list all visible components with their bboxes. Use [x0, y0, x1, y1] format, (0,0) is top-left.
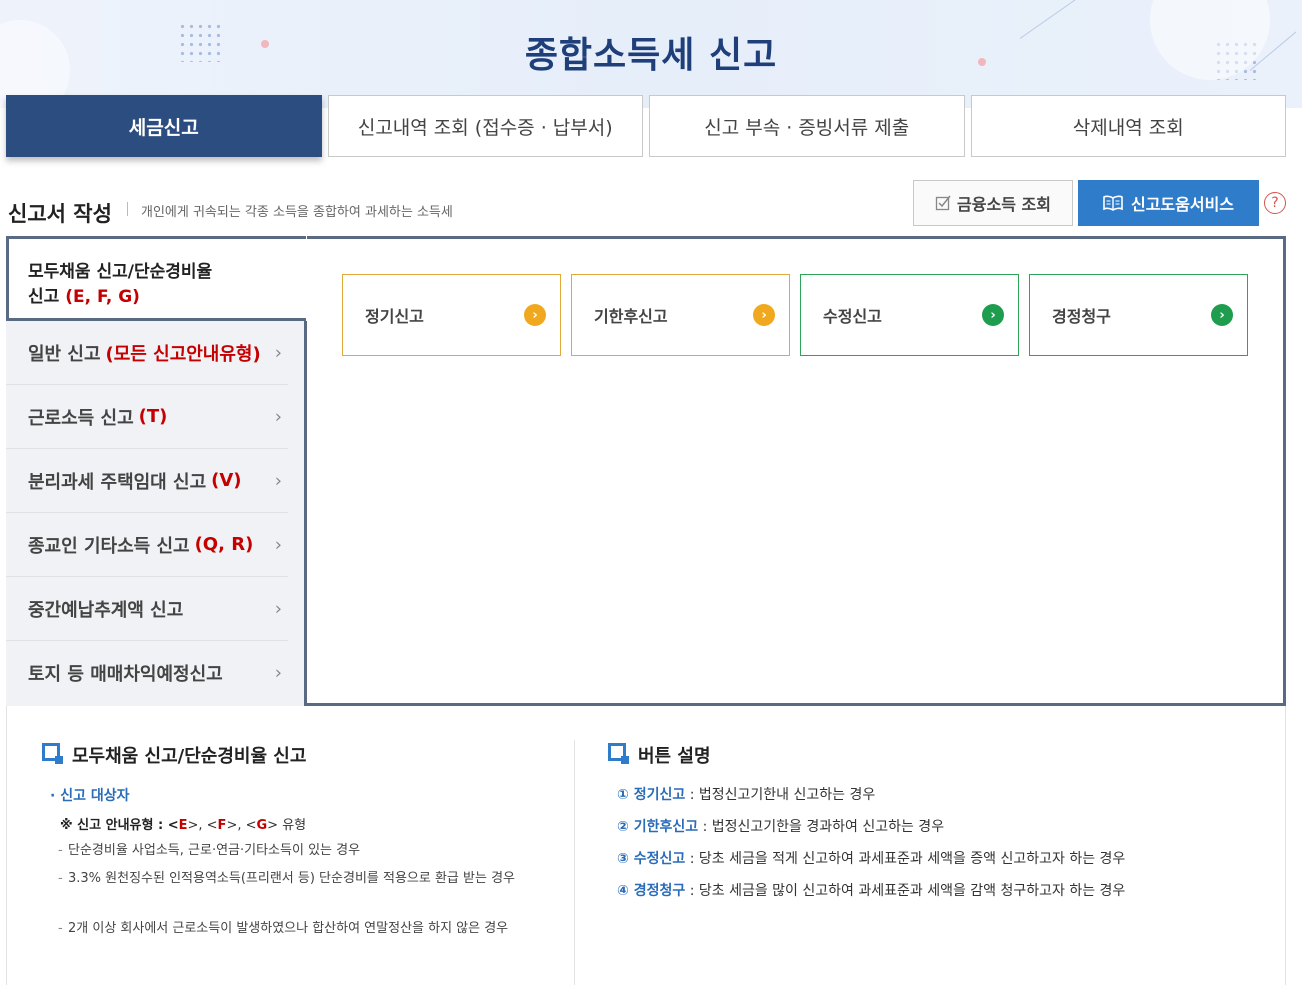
menu-item-label: 근로소득 신고 [28, 407, 134, 429]
list-item: -2개 이상 회사에서 근로소득이 발생하였으나 합산하여 연말정산을 하지 않… [58, 921, 509, 936]
menu-active-code: (E, F, G) [65, 287, 140, 307]
financial-income-label: 금융소득 조회 [957, 195, 1051, 214]
amended-filing-button[interactable]: 수정신고 › [800, 274, 1019, 356]
chevron-right-icon: › [274, 662, 282, 684]
button-description: ① 정기신고 : 법정신고기한내 신고하는 경우 [617, 787, 876, 803]
menu-item-religious-income[interactable]: 종교인 기타소득 신고 (Q, R) › [6, 513, 288, 577]
option-label: 경정청구 [1052, 307, 1111, 326]
tab-tax-filing[interactable]: 세금신고 [6, 95, 322, 157]
button-description: ④ 경정청구 : 당초 세금을 많이 신고하여 과세표준과 세액을 감액 청구하… [617, 883, 1126, 899]
menu-item-code: (Q, R) [194, 534, 254, 555]
option-label: 기한후신고 [594, 307, 668, 326]
square-bullet-icon [608, 743, 629, 764]
header-banner: 종합소득세 신고 [0, 0, 1302, 108]
info-right-title: 버튼 설명 [638, 746, 711, 767]
section-divider [127, 202, 128, 216]
section-title: 신고서 작성 [8, 202, 112, 226]
filing-help-button[interactable]: 신고도움서비스 [1078, 180, 1259, 226]
menu-item-earned-income[interactable]: 근로소득 신고 (T) › [6, 385, 288, 449]
tab-filing-history[interactable]: 신고내역 조회 (접수증 · 납부서) [327, 95, 643, 157]
chevron-right-icon: › [274, 342, 282, 363]
checklist-icon [935, 195, 951, 211]
menu-item-prefilled-active[interactable]: 모두채움 신고/단순경비율 신고 (E, F, G) [6, 236, 306, 321]
menu-item-code: (V) [211, 470, 242, 491]
list-item: - 단순경비율 사업소득, 근로·연금·기타소득이 있는 경우 [58, 843, 361, 858]
chevron-right-icon: › [274, 534, 282, 555]
arrow-right-circle-icon: › [982, 304, 1004, 326]
refund-claim-button[interactable]: 경정청구 › [1029, 274, 1248, 356]
tab-document-submission[interactable]: 신고 부속 · 증빙서류 제출 [649, 95, 965, 157]
menu-active-label-line2: 신고 [28, 287, 60, 307]
menu-item-interim-prepayment[interactable]: 중간예납추계액 신고 › [6, 577, 288, 641]
notice-types: ※ 신고 안내유형 : <E>, <F>, <G> 유형 [60, 818, 307, 833]
arrow-right-circle-icon: › [1211, 304, 1233, 326]
late-filing-button[interactable]: 기한후신고 › [571, 274, 790, 356]
info-border-left [6, 706, 7, 985]
list-item: -3.3% 원천징수된 인적용역소득(프리랜서 등) 단순경비를 적용으로 환급… [58, 871, 515, 886]
chevron-right-icon: › [274, 406, 282, 427]
chevron-right-icon: › [274, 470, 282, 491]
target-subhead: · 신고 대상자 [50, 788, 130, 804]
info-border-right [1285, 706, 1286, 985]
main-tabs: 세금신고 신고내역 조회 (접수증 · 납부서) 신고 부속 · 증빙서류 제출… [6, 95, 1286, 157]
menu-item-code: (모든 신고안내유형) [105, 343, 261, 365]
menu-item-label: 분리과세 주택임대 신고 [28, 471, 207, 493]
menu-item-general[interactable]: 일반 신고 (모든 신고안내유형) › [6, 321, 288, 385]
regular-filing-button[interactable]: 정기신고 › [342, 274, 561, 356]
menu-item-rental-income[interactable]: 분리과세 주택임대 신고 (V) › [6, 449, 288, 513]
arrow-right-circle-icon: › [753, 304, 775, 326]
arrow-right-circle-icon: › [524, 304, 546, 326]
info-left-title: 모두채움 신고/단순경비율 신고 [72, 746, 307, 767]
menu-item-label: 종교인 기타소득 신고 [28, 535, 190, 557]
filing-help-label: 신고도움서비스 [1130, 195, 1235, 214]
section-description: 개인에게 귀속되는 각종 소득을 종합하여 과세하는 소득세 [141, 205, 453, 220]
option-label: 수정신고 [823, 307, 882, 326]
chevron-right-icon: › [274, 598, 282, 619]
help-question-icon[interactable]: ? [1264, 192, 1286, 214]
book-icon [1103, 195, 1123, 211]
menu-item-land-trading[interactable]: 토지 등 매매차익예정신고 › [6, 641, 288, 705]
option-label: 정기신고 [365, 307, 424, 326]
menu-item-label: 토지 등 매매차익예정신고 [28, 664, 223, 685]
button-description: ② 기한후신고 : 법정신고기한을 경과하여 신고하는 경우 [617, 819, 945, 835]
menu-item-label: 일반 신고 [28, 343, 101, 365]
financial-income-button[interactable]: 금융소득 조회 [913, 180, 1073, 226]
square-bullet-icon [42, 743, 63, 764]
menu-active-label-line1: 모두채움 신고/단순경비율 [28, 262, 213, 282]
page-title: 종합소득세 신고 [524, 35, 778, 76]
tab-deleted-history[interactable]: 삭제내역 조회 [970, 95, 1286, 157]
button-description: ③ 수정신고 : 당초 세금을 적게 신고하여 과세표준과 세액을 증액 신고하… [617, 851, 1126, 867]
menu-item-label: 중간예납추계액 신고 [28, 599, 184, 621]
info-divider [574, 740, 575, 985]
menu-item-code: (T) [138, 406, 168, 427]
